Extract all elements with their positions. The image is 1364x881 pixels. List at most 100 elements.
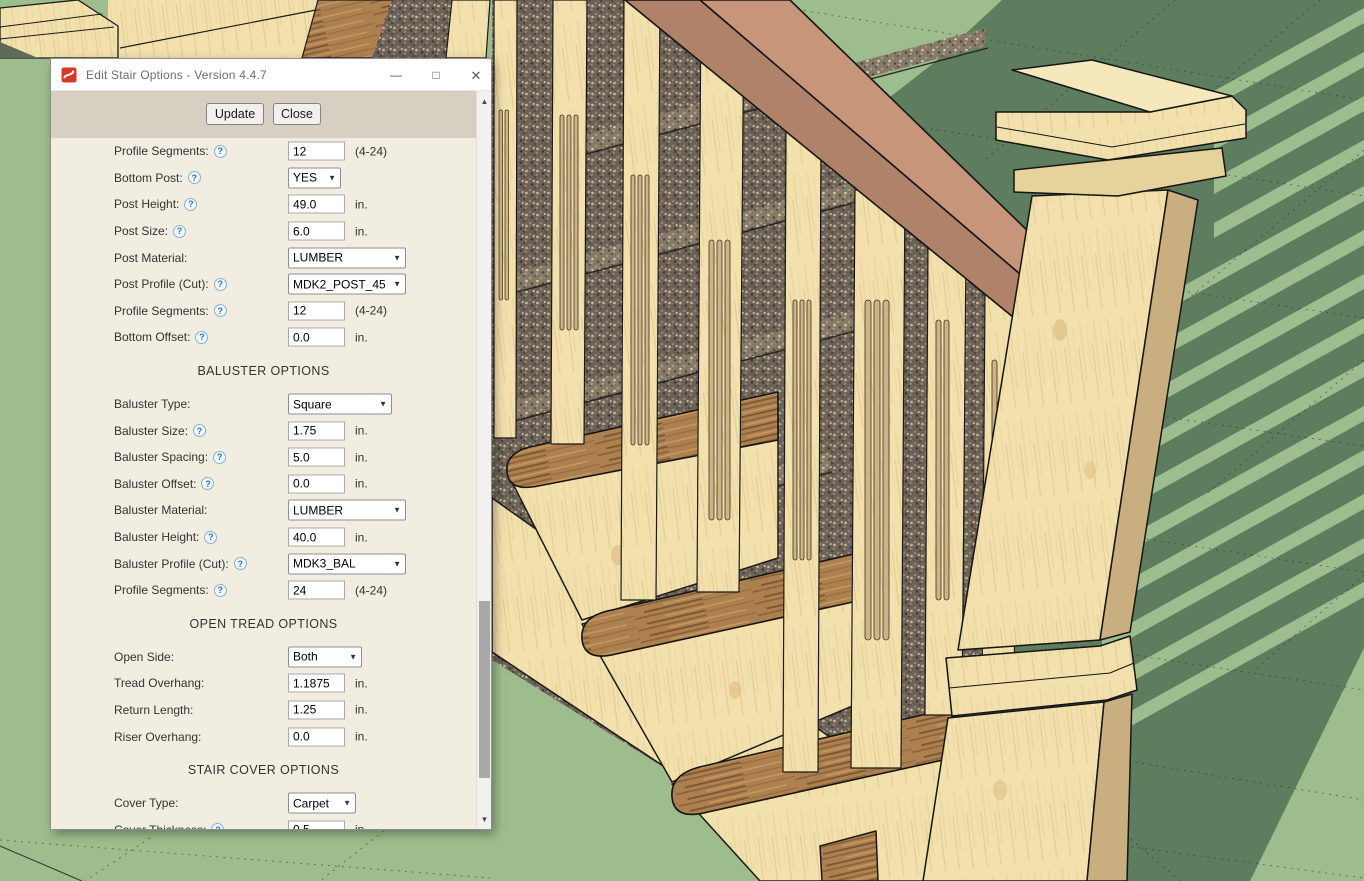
unit-label: in.	[355, 730, 368, 744]
field-row: Post Size:? 6.0 in.	[51, 218, 476, 245]
unit-label: in.	[355, 477, 368, 491]
help-icon[interactable]: ?	[193, 424, 206, 437]
field-label: Open Side:	[114, 650, 174, 664]
field-row: Bottom Post:? YES▼	[51, 165, 476, 192]
unit-label: in.	[355, 224, 368, 238]
dialog-action-bar: Update Close	[51, 91, 476, 138]
help-icon[interactable]: ?	[213, 451, 226, 464]
select-value: LUMBER	[293, 503, 389, 517]
scrollbar[interactable]: ▲ ▼	[476, 91, 491, 829]
scroll-up-arrow-icon[interactable]: ▲	[477, 93, 492, 109]
section-heading: BALUSTER OPTIONS	[51, 351, 476, 391]
chevron-down-icon: ▼	[379, 400, 387, 409]
field-row: Return Length:1.25in.	[51, 697, 476, 724]
help-icon[interactable]: ?	[188, 171, 201, 184]
field-input[interactable]: 12	[288, 142, 345, 161]
update-button[interactable]: Update	[206, 103, 264, 125]
field-label: Return Length:	[114, 703, 193, 717]
help-icon[interactable]: ?	[214, 278, 227, 291]
help-icon[interactable]: ?	[234, 557, 247, 570]
help-icon[interactable]: ?	[214, 304, 227, 317]
chevron-down-icon: ▼	[343, 799, 351, 808]
field-select[interactable]: Square ▼	[288, 394, 392, 415]
select-value: MDK2_POST_45	[293, 277, 389, 291]
help-icon[interactable]: ?	[211, 823, 224, 829]
help-icon[interactable]: ?	[201, 477, 214, 490]
close-button[interactable]: Close	[273, 103, 321, 125]
dialog-titlebar[interactable]: Edit Stair Options - Version 4.4.7 — □ ✕	[51, 59, 491, 91]
section-heading: STAIR COVER OPTIONS	[51, 750, 476, 790]
minimize-button[interactable]: —	[389, 69, 403, 81]
unit-label: in.	[355, 530, 368, 544]
help-icon[interactable]: ?	[184, 198, 197, 211]
field-label: Baluster Height:	[114, 530, 199, 544]
upper-baluster	[446, 0, 490, 58]
maximize-button[interactable]: □	[429, 69, 443, 81]
field-input[interactable]: 1.25	[288, 700, 345, 719]
help-icon[interactable]: ?	[214, 584, 227, 597]
unit-label: (4-24)	[355, 144, 387, 158]
field-input[interactable]: 40.0	[288, 528, 345, 547]
field-select[interactable]: MDK3_BAL▼	[288, 553, 406, 574]
help-icon[interactable]: ?	[204, 531, 217, 544]
field-row: Profile Segments:?24(4-24)	[51, 577, 476, 604]
field-input[interactable]: 0.5	[288, 820, 345, 829]
field-input[interactable]: 6.0	[288, 222, 345, 241]
unit-label: in.	[355, 676, 368, 690]
field-select[interactable]: MDK2_POST_45 ▼	[288, 274, 406, 295]
edit-stair-options-dialog: Edit Stair Options - Version 4.4.7 — □ ✕…	[50, 58, 492, 830]
post-base-front	[923, 702, 1104, 881]
baluster	[494, 0, 517, 438]
scrollbar-thumb[interactable]	[479, 601, 490, 778]
field-input[interactable]: 1.1875	[288, 674, 345, 693]
field-label: Profile Segments:	[114, 583, 209, 597]
field-label: Tread Overhang:	[114, 676, 204, 690]
field-input[interactable]: 24	[288, 581, 345, 600]
field-label: Post Profile (Cut):	[114, 277, 209, 291]
unit-label: in.	[355, 330, 368, 344]
close-window-button[interactable]: ✕	[469, 69, 483, 82]
field-input[interactable]: 12	[288, 301, 345, 320]
field-row: Post Profile (Cut):? MDK2_POST_45 ▼	[51, 271, 476, 298]
field-label: Post Height:	[114, 197, 179, 211]
field-select[interactable]: Carpet ▼	[288, 793, 356, 814]
field-select[interactable]: YES▼	[288, 167, 341, 188]
field-input[interactable]: 49.0	[288, 195, 345, 214]
chevron-down-icon: ▼	[393, 280, 401, 289]
select-value: LUMBER	[293, 251, 389, 265]
unit-label: in.	[355, 823, 368, 829]
help-icon[interactable]: ?	[195, 331, 208, 344]
field-label: Profile Segments:	[114, 304, 209, 318]
chevron-down-icon: ▼	[393, 559, 401, 568]
field-label: Bottom Post:	[114, 171, 183, 185]
field-row: Baluster Height:? 40.0 in.	[51, 524, 476, 551]
field-select[interactable]: LUMBER▼	[288, 247, 406, 268]
field-row: Tread Overhang: 1.1875 in.	[51, 670, 476, 697]
select-value: Both	[293, 650, 345, 664]
select-value: Square	[293, 397, 375, 411]
field-label: Post Size:	[114, 224, 168, 238]
field-select[interactable]: Both▼	[288, 646, 362, 667]
field-label: Baluster Size:	[114, 424, 188, 438]
upper-stair-strip	[0, 0, 490, 58]
scroll-down-arrow-icon[interactable]: ▼	[477, 811, 492, 827]
unit-label: (4-24)	[355, 304, 387, 318]
field-label: Cover Type:	[114, 796, 178, 810]
field-row: Profile Segments:? 12 (4-24)	[51, 298, 476, 325]
field-row: Post Height:?49.0in.	[51, 191, 476, 218]
field-row: Baluster Offset:?0.0in.	[51, 471, 476, 498]
field-select[interactable]: LUMBER▼	[288, 500, 406, 521]
field-row: Baluster Profile (Cut):?MDK3_BAL▼	[51, 550, 476, 577]
select-value: Carpet	[293, 796, 339, 810]
field-input[interactable]: 0.0	[288, 328, 345, 347]
field-input[interactable]: 1.75	[288, 421, 345, 440]
field-input[interactable]: 5.0	[288, 448, 345, 467]
baluster	[851, 190, 905, 768]
baluster	[783, 132, 821, 772]
field-input[interactable]: 0.0	[288, 474, 345, 493]
field-label: Riser Overhang:	[114, 730, 201, 744]
help-icon[interactable]: ?	[173, 225, 186, 238]
field-row: Baluster Material:LUMBER▼	[51, 497, 476, 524]
help-icon[interactable]: ?	[214, 145, 227, 158]
field-input[interactable]: 0.0	[288, 727, 345, 746]
